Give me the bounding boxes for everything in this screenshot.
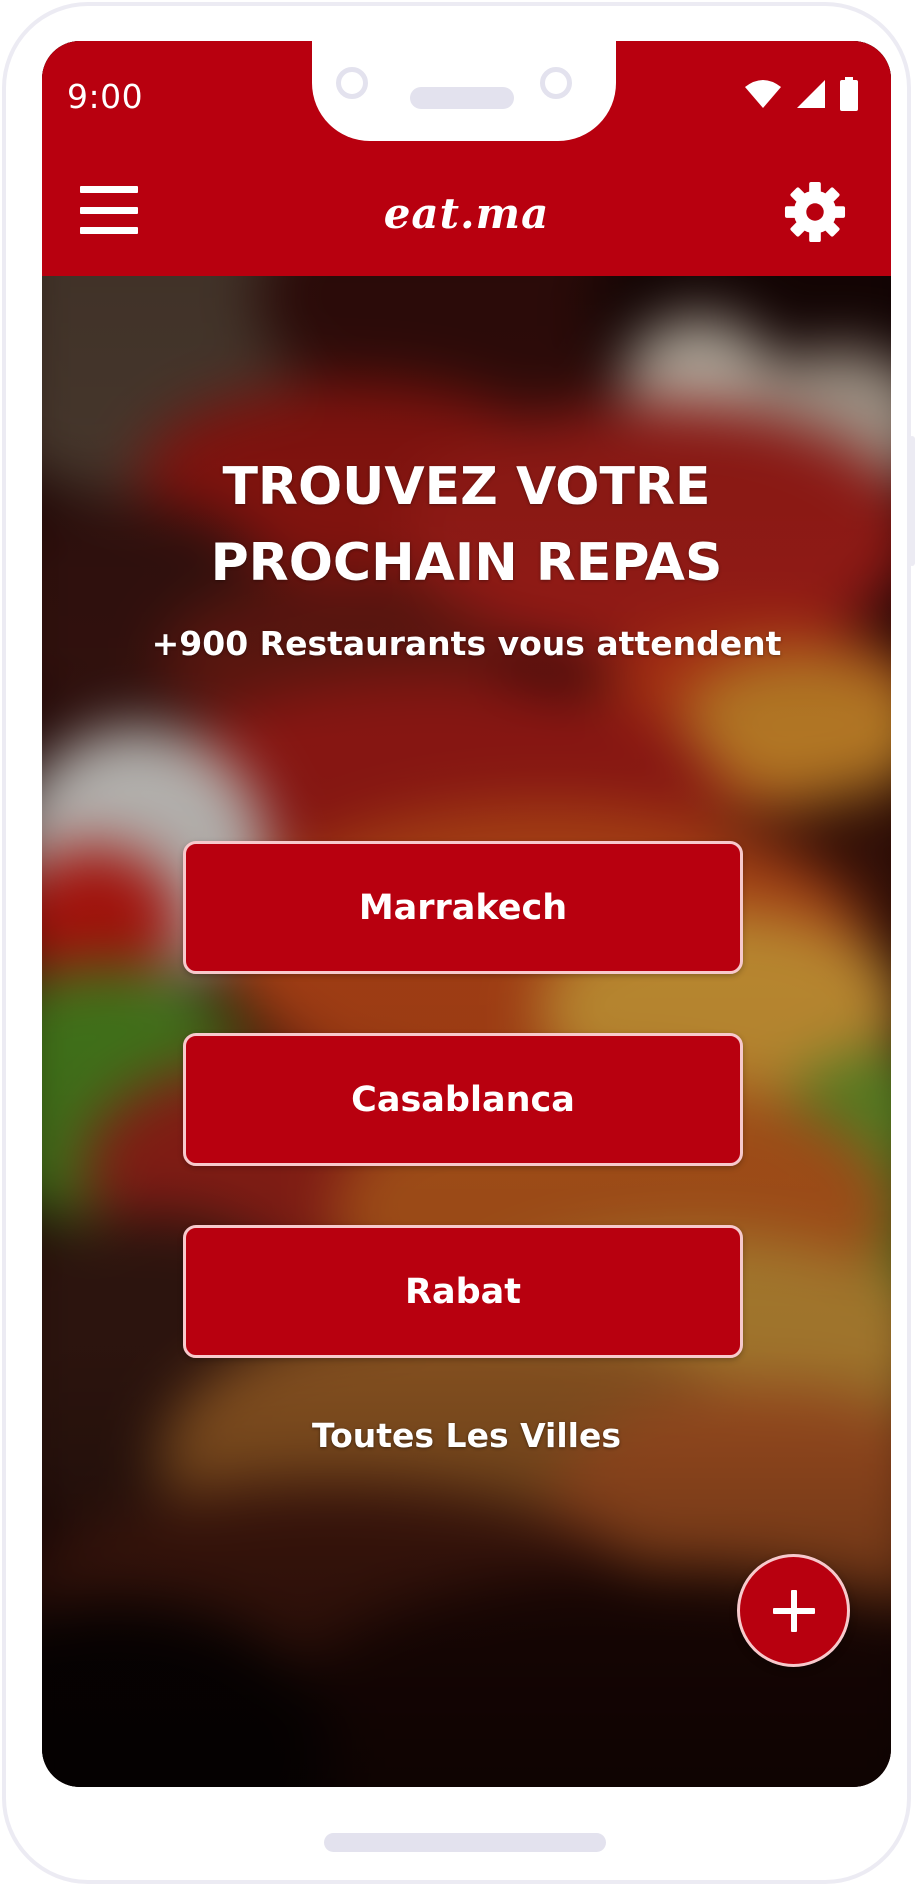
front-sensor <box>540 67 572 99</box>
front-camera <box>336 67 368 99</box>
status-icons <box>744 77 858 111</box>
phone-frame: 9:00 eat.ma TROUVEZ VOTRE PROCHAIN REPAS… <box>2 2 915 1884</box>
app-screen: 9:00 eat.ma TROUVEZ VOTRE PROCHAIN REPAS… <box>42 41 891 1787</box>
city-button-rabat[interactable]: Rabat <box>183 1225 743 1358</box>
plus-icon <box>772 1589 815 1632</box>
brand-logo: eat.ma <box>383 189 550 238</box>
hero-title: TROUVEZ VOTRE PROCHAIN REPAS <box>210 457 723 593</box>
signal-icon <box>797 80 825 108</box>
city-button-casablanca[interactable]: Casablanca <box>183 1033 743 1166</box>
device-notch <box>312 41 616 141</box>
gear-icon[interactable] <box>784 181 846 243</box>
all-cities-link[interactable]: Toutes Les Villes <box>42 1416 891 1455</box>
phone-side-button <box>909 436 915 566</box>
hero-subtitle: +900 Restaurants vous attendent <box>151 624 782 663</box>
wifi-icon <box>745 80 781 108</box>
home-indicator[interactable] <box>324 1833 606 1852</box>
earpiece-speaker <box>410 87 514 109</box>
app-bar: 9:00 eat.ma <box>42 41 891 276</box>
battery-icon <box>840 77 858 111</box>
status-time: 9:00 <box>67 77 144 116</box>
city-button-marrakech[interactable]: Marrakech <box>183 841 743 974</box>
add-button[interactable] <box>737 1554 850 1667</box>
